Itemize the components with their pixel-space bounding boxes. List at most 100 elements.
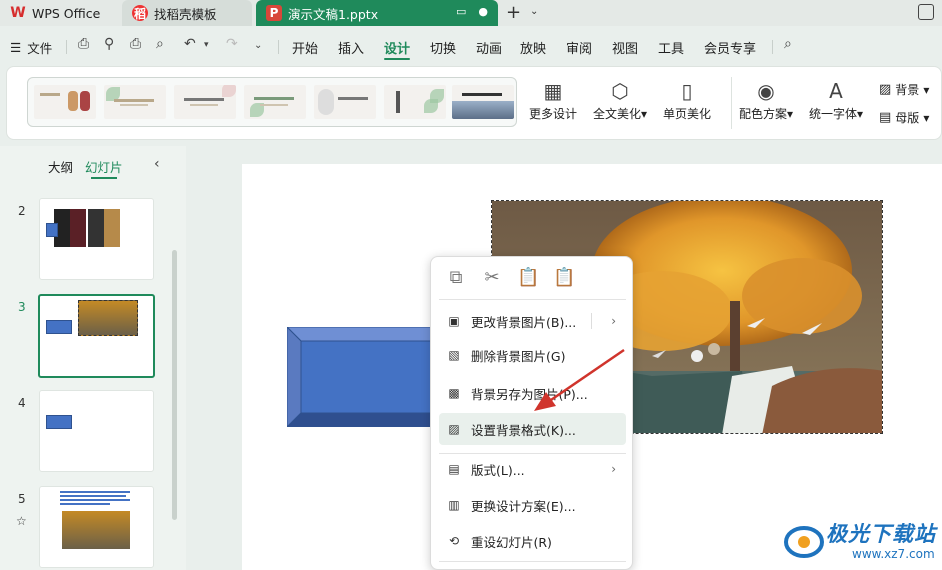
slide-number: 2 (18, 204, 26, 218)
master-button[interactable]: ▤ 母版 ▾ (879, 109, 929, 126)
screen-icon[interactable]: ▭ (456, 5, 466, 18)
menu-transition[interactable]: 切换 (430, 38, 456, 57)
background-label: 背景 (895, 83, 920, 97)
menu-view[interactable]: 视图 (612, 38, 638, 57)
slide-thumbnail-3[interactable] (38, 294, 155, 378)
tab-docer-templates[interactable]: 稻 找稻壳模板 (122, 0, 252, 26)
reset-slide-item[interactable]: ⟲ 重设幻灯片(R) (439, 525, 626, 557)
chevron-down-icon[interactable]: ⌄ (254, 40, 262, 51)
menu-design[interactable]: 设计 (384, 38, 410, 57)
slide-number: 3 (18, 300, 26, 314)
color-scheme-label: 配色方案 (739, 107, 788, 121)
design-ribbon: ▦ 更多设计 ⬡ 全文美化▾ ▯ 单页美化 ◉ 配色方案▾ A 统一字体▾ ▨ … (6, 66, 942, 140)
grid-icon: ▦ (543, 79, 563, 103)
chevron-left-icon[interactable]: ‹ (154, 156, 160, 172)
change-bg-picture-item[interactable]: ▣ 更改背景图片(B)... › (439, 305, 626, 337)
divider (66, 40, 67, 54)
tab-label: WPS Office (32, 5, 101, 21)
file-menu[interactable]: ☰ 文件 (10, 38, 52, 57)
print-icon[interactable]: ⎙ (130, 36, 141, 52)
panel-scrollbar[interactable] (172, 250, 177, 520)
page-beautify-label: 单页美化 (663, 107, 712, 121)
menu-home[interactable]: 开始 (292, 38, 318, 57)
layout-icon: ▤ (448, 462, 460, 476)
menu-tools[interactable]: 工具 (658, 38, 684, 57)
change-bg-icon: ▣ (448, 314, 460, 328)
design-thumb[interactable] (104, 85, 166, 119)
slide-thumbnail-4[interactable] (39, 390, 154, 472)
cut-icon[interactable]: ✂ (481, 267, 503, 288)
tab-bar: W WPS Office 稻 找稻壳模板 P 演示文稿1.pptx ▭ ● + … (0, 0, 942, 26)
menu-item-label: 设置背景格式(K)... (471, 422, 576, 438)
tab-slides[interactable]: 幻灯片 (85, 157, 123, 176)
watermark-text: 极光下载站 (826, 522, 936, 546)
divider (772, 40, 773, 54)
full-beautify-button[interactable]: ⬡ 全文美化▾ (593, 79, 647, 122)
menu-review[interactable]: 审阅 (566, 38, 592, 57)
design-thumb[interactable] (174, 85, 236, 119)
change-design-scheme-item[interactable]: ▥ 更换设计方案(E)... (439, 489, 626, 521)
paste-icon[interactable]: 📋 (517, 267, 539, 288)
print-preview-icon[interactable]: ⌕ (156, 36, 164, 52)
chevron-down-icon[interactable]: ⌄ (530, 6, 538, 17)
menu-animation[interactable]: 动画 (476, 38, 502, 57)
design-thumb[interactable] (452, 85, 514, 119)
tab-presentation[interactable]: P 演示文稿1.pptx ▭ ● (256, 0, 498, 26)
more-design-button[interactable]: ▦ 更多设计 (529, 79, 577, 122)
divider (731, 77, 732, 129)
search-icon[interactable]: ⌕ (784, 36, 792, 52)
paste-text-icon[interactable]: 📋 (553, 267, 575, 288)
more-design-label: 更多设计 (529, 107, 578, 121)
blue-bevel-shape[interactable] (287, 327, 447, 427)
window-layout-icon[interactable] (918, 4, 934, 20)
tab-outline[interactable]: 大纲 (48, 157, 73, 176)
tab-label: 演示文稿1.pptx (288, 6, 379, 22)
ppt-file-icon: P (266, 5, 282, 21)
full-beautify-label: 全文美化 (593, 107, 642, 121)
design-thumb[interactable] (314, 85, 376, 119)
unify-font-label: 统一字体 (809, 107, 858, 121)
design-thumb[interactable] (244, 85, 306, 119)
wps-logo-icon: W (10, 5, 26, 21)
star-icon[interactable]: ☆ (16, 514, 27, 528)
slide-thumbnail-5[interactable] (39, 486, 154, 568)
master-label: 母版 (895, 111, 920, 125)
menu-slideshow[interactable]: 放映 (520, 38, 546, 57)
redo-icon[interactable]: ↷ (226, 36, 238, 52)
delete-bg-icon: ▧ (448, 348, 460, 362)
design-thumb[interactable] (384, 85, 446, 119)
background-button[interactable]: ▨ 背景 ▾ (879, 81, 929, 98)
menu-insert[interactable]: 插入 (338, 38, 364, 57)
unify-font-button[interactable]: A 统一字体▾ (809, 79, 863, 122)
watermark-logo-icon (784, 526, 824, 558)
page-beautify-button[interactable]: ▯ 单页美化 (663, 79, 711, 122)
menu-bar: ☰ 文件 ⎙ ⚲ ⎙ ⌕ ↶ ▾ ↷ ⌄ 开始 插入 设计 切换 动画 放映 审… (0, 30, 942, 62)
design-thumb[interactable] (34, 85, 96, 119)
slide-number: 5 (18, 492, 26, 506)
copy-icon[interactable]: ⧉ (445, 267, 467, 288)
active-tab-indicator (91, 177, 117, 179)
file-label: 文件 (27, 41, 53, 56)
bg-format-icon: ▨ (448, 422, 460, 436)
page-sparkle-icon: ▯ (681, 79, 693, 103)
layout-item[interactable]: ▤ 版式(L)... › (439, 453, 626, 485)
menu-item-label: 重设幻灯片(R) (471, 534, 552, 550)
color-scheme-button[interactable]: ◉ 配色方案▾ (739, 79, 793, 122)
export-icon[interactable]: ⚲ (104, 36, 114, 52)
undo-icon[interactable]: ↶ (184, 36, 196, 52)
design-scheme-icon: ▥ (448, 498, 460, 512)
font-icon: A (829, 79, 843, 103)
menu-member[interactable]: 会员专享 (704, 38, 756, 57)
tab-wps-office[interactable]: W WPS Office (0, 0, 118, 26)
chevron-down-icon[interactable]: ▾ (204, 40, 209, 50)
new-tab-icon[interactable]: + (506, 2, 521, 23)
reset-slide-icon: ⟲ (448, 534, 460, 548)
docer-icon: 稻 (132, 5, 148, 21)
slide-thumbnail-2[interactable] (39, 198, 154, 280)
divider (278, 40, 279, 54)
hamburger-icon: ☰ (10, 40, 22, 55)
design-gallery (27, 77, 517, 127)
active-menu-indicator (384, 58, 410, 60)
background-icon: ▨ (879, 82, 892, 97)
save-icon[interactable]: ⎙ (78, 36, 89, 52)
